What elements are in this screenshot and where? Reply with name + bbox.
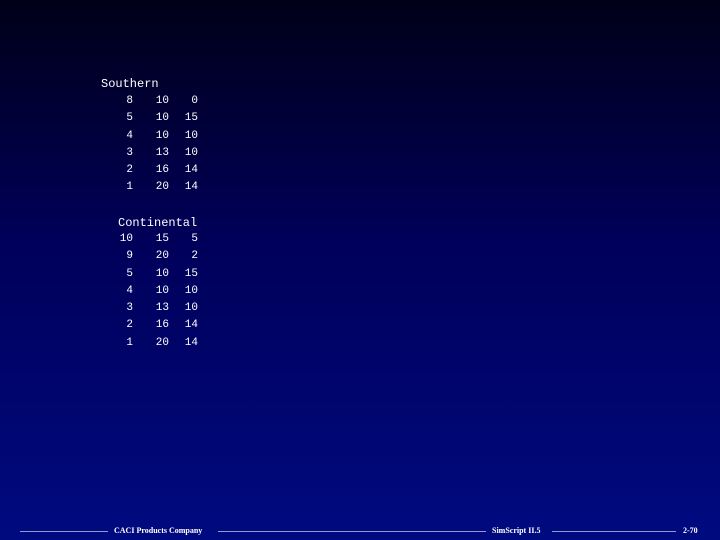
table-row: 5 10 15 (101, 110, 198, 127)
table-cell: 14 (184, 336, 198, 349)
table-cell: 5 (191, 233, 198, 245)
table-cell: 15 (155, 233, 169, 245)
table-row: 3 13 10 (101, 145, 198, 162)
table-cell: 10 (155, 284, 169, 297)
table-row: 3 13 10 (101, 300, 198, 317)
footer-divider (552, 531, 676, 532)
table-row: 2 16 14 (101, 317, 198, 334)
table-cell: 15 (184, 267, 198, 280)
southern-table: 8 10 0 5 10 15 4 10 10 3 13 10 2 16 14 1… (101, 93, 198, 197)
section-title-continental: Continental (118, 216, 198, 230)
table-cell: 10 (184, 146, 198, 159)
table-cell: 4 (126, 284, 133, 297)
slide: Southern 8 10 0 5 10 15 4 10 10 3 13 10 … (0, 0, 720, 540)
table-cell: 14 (184, 164, 198, 177)
table-cell: 20 (155, 336, 169, 349)
table-cell: 9 (126, 250, 133, 263)
footer-divider (218, 531, 486, 532)
table-row: 9 20 2 (101, 248, 198, 265)
table-cell: 2 (191, 250, 198, 263)
table-cell: 20 (155, 181, 169, 194)
continental-table: 10 15 5 9 20 2 5 10 15 4 10 10 3 13 10 2… (101, 231, 198, 352)
table-cell: 14 (184, 319, 198, 332)
table-cell: 10 (119, 233, 133, 245)
table-cell: 16 (155, 164, 169, 177)
table-cell: 16 (155, 319, 169, 332)
table-row: 1 20 14 (101, 179, 198, 196)
table-cell: 10 (184, 284, 198, 297)
table-row: 4 10 10 (101, 128, 198, 145)
footer-page-number: 2-70 (683, 526, 698, 535)
table-cell: 10 (155, 112, 169, 125)
table-cell: 10 (155, 267, 169, 280)
footer-divider (20, 531, 108, 532)
table-cell: 14 (184, 181, 198, 194)
table-cell: 13 (155, 302, 169, 315)
table-cell: 2 (126, 164, 133, 177)
table-row: 2 16 14 (101, 162, 198, 179)
footer: CACI Products Company SimScript II.5 2-7… (0, 524, 720, 538)
table-row: 10 15 5 (101, 231, 198, 248)
table-cell: 13 (155, 146, 169, 159)
table-cell: 1 (126, 181, 133, 194)
footer-product: SimScript II.5 (492, 526, 541, 535)
table-cell: 10 (184, 129, 198, 142)
table-cell: 3 (126, 302, 133, 315)
table-cell: 5 (126, 267, 133, 280)
table-cell: 1 (126, 336, 133, 349)
table-cell: 20 (155, 250, 169, 263)
table-cell: 8 (126, 95, 133, 107)
table-row: 1 20 14 (101, 335, 198, 352)
table-cell: 4 (126, 129, 133, 142)
table-cell: 3 (126, 146, 133, 159)
table-cell: 10 (155, 95, 169, 107)
table-cell: 0 (191, 95, 198, 107)
table-cell: 15 (184, 112, 198, 125)
section-title-southern: Southern (101, 77, 159, 91)
table-cell: 2 (126, 319, 133, 332)
table-row: 4 10 10 (101, 283, 198, 300)
table-cell: 5 (126, 112, 133, 125)
table-row: 5 10 15 (101, 266, 198, 283)
footer-company: CACI Products Company (114, 526, 203, 535)
table-row: 8 10 0 (101, 93, 198, 110)
table-cell: 10 (155, 129, 169, 142)
table-cell: 10 (184, 302, 198, 315)
